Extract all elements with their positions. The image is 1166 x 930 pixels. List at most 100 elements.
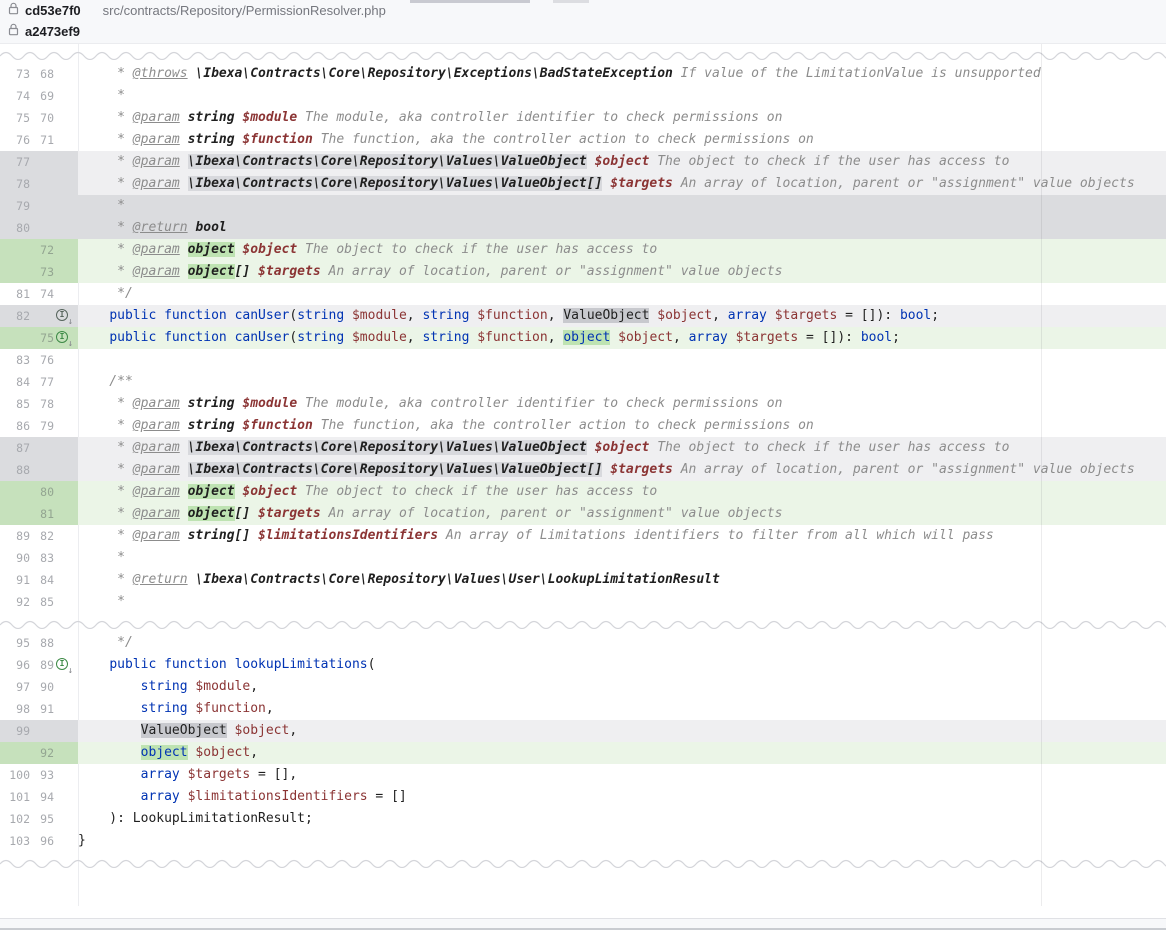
code-line[interactable]: /** [78, 371, 1166, 393]
implementations-gutter-icon[interactable]: I↓ [56, 309, 71, 324]
code-token: @param [133, 506, 180, 521]
gutter-icon-slot [54, 63, 76, 85]
line-gutter: 99 [0, 720, 78, 742]
code-token: $module [242, 396, 297, 411]
code-token [78, 701, 141, 716]
code-token [344, 308, 352, 323]
diff-line: 9891 string $function, [0, 698, 1166, 720]
line-gutter: 8578 [0, 393, 78, 415]
code-line[interactable]: * @param string[] $limitationsIdentifier… [78, 525, 1166, 547]
code-token: @param [133, 528, 180, 543]
code-line[interactable]: ): LookupLimitationResult; [78, 808, 1166, 830]
line-number-new: 82 [32, 529, 54, 543]
code-line[interactable]: * @param \Ibexa\Contracts\Core\Repositor… [78, 437, 1166, 459]
code-token [250, 506, 258, 521]
down-arrow-icon: ↓ [68, 340, 73, 349]
gutter-icon-slot [54, 525, 76, 547]
code-token: * [78, 550, 125, 565]
code-line[interactable]: object $object, [78, 742, 1166, 764]
code-token: @param [133, 418, 180, 433]
diff-line: 80 * @param object $object The object to… [0, 481, 1166, 503]
code-token: public [109, 330, 156, 345]
code-token: An array of location, parent or "assignm… [673, 462, 1135, 477]
line-gutter: 77 [0, 151, 78, 173]
code-line[interactable]: * @param \Ibexa\Contracts\Core\Repositor… [78, 459, 1166, 481]
file-path: src/contracts/Repository/PermissionResol… [103, 3, 386, 18]
collapsed-region-separator[interactable] [0, 44, 1166, 63]
line-gutter: 82I↓ [0, 305, 78, 327]
code-line[interactable]: */ [78, 632, 1166, 654]
code-line[interactable]: * @param \Ibexa\Contracts\Core\Repositor… [78, 151, 1166, 173]
code-token: array [141, 789, 180, 804]
gutter-icon-slot [54, 547, 76, 569]
line-number-old: 87 [0, 441, 30, 455]
revision-hash-right: a2473ef9 [25, 24, 80, 39]
code-line[interactable]: string $module, [78, 676, 1166, 698]
code-line[interactable]: * [78, 591, 1166, 613]
code-line[interactable]: * @param object[] $targets An array of l… [78, 503, 1166, 525]
code-line[interactable] [78, 349, 1166, 371]
code-token: object [188, 506, 235, 521]
line-number-new: 69 [32, 89, 54, 103]
line-number-new: 94 [32, 790, 54, 804]
code-token: * [78, 132, 133, 147]
line-number-old: 91 [0, 573, 30, 587]
gutter-icon-slot [54, 459, 76, 481]
code-token: public [109, 657, 156, 672]
implementations-gutter-icon[interactable]: I↓ [56, 331, 71, 346]
line-number-old: 76 [0, 133, 30, 147]
code-token [78, 679, 141, 694]
code-line[interactable]: public function lookupLimitations( [78, 654, 1166, 676]
code-token: $targets [610, 462, 673, 477]
code-line[interactable]: ValueObject $object, [78, 720, 1166, 742]
code-line[interactable]: */ [78, 283, 1166, 305]
code-token: $module [242, 110, 297, 125]
code-token [227, 308, 235, 323]
code-line[interactable]: * @param string $function The function, … [78, 415, 1166, 437]
line-number-old: 99 [0, 724, 30, 738]
code-line[interactable]: * @return \Ibexa\Contracts\Core\Reposito… [78, 569, 1166, 591]
code-line[interactable]: } [78, 830, 1166, 852]
code-token: * [78, 594, 125, 609]
code-line[interactable]: * @param object[] $targets An array of l… [78, 261, 1166, 283]
code-token: lookupLimitations [235, 657, 368, 672]
code-token: * [78, 198, 125, 213]
diff-line: 99 ValueObject $object, [0, 720, 1166, 742]
code-line[interactable]: string $function, [78, 698, 1166, 720]
code-token [227, 657, 235, 672]
implementations-gutter-icon[interactable]: I↓ [56, 658, 71, 673]
code-line[interactable]: public function canUser(string $module, … [78, 327, 1166, 349]
code-token: = []): [837, 308, 900, 323]
code-line[interactable]: * @param string $function The function, … [78, 129, 1166, 151]
code-line[interactable]: * [78, 547, 1166, 569]
code-line[interactable]: * @param object $object The object to ch… [78, 481, 1166, 503]
code-line[interactable]: * @param object $object The object to ch… [78, 239, 1166, 261]
line-number-old: 74 [0, 89, 30, 103]
code-line[interactable]: public function canUser(string $module, … [78, 305, 1166, 327]
diff-line: 92 object $object, [0, 742, 1166, 764]
code-line[interactable]: * [78, 195, 1166, 217]
revision-row-right: a2473ef9 [0, 21, 1166, 42]
code-line[interactable]: * [78, 85, 1166, 107]
code-line[interactable]: * @param string $module The module, aka … [78, 107, 1166, 129]
code-token: canUser [235, 330, 290, 345]
code-line[interactable]: * @throws \Ibexa\Contracts\Core\Reposito… [78, 63, 1166, 85]
code-token: = [] [368, 789, 407, 804]
code-token: = [], [250, 767, 297, 782]
code-token [180, 264, 188, 279]
code-token: $module [352, 308, 407, 323]
line-number-old: 73 [0, 67, 30, 81]
code-line[interactable]: array $targets = [], [78, 764, 1166, 786]
code-line[interactable]: * @return bool [78, 217, 1166, 239]
line-gutter: 7671 [0, 129, 78, 151]
code-token [587, 154, 595, 169]
collapsed-region-separator[interactable] [0, 613, 1166, 632]
code-token: ( [289, 308, 297, 323]
collapsed-region-separator[interactable] [0, 852, 1166, 871]
code-token [180, 462, 188, 477]
code-line[interactable]: * @param \Ibexa\Contracts\Core\Repositor… [78, 173, 1166, 195]
code-line[interactable]: array $limitationsIdentifiers = [] [78, 786, 1166, 808]
line-gutter: 8174 [0, 283, 78, 305]
code-token [587, 440, 595, 455]
code-line[interactable]: * @param string $module The module, aka … [78, 393, 1166, 415]
